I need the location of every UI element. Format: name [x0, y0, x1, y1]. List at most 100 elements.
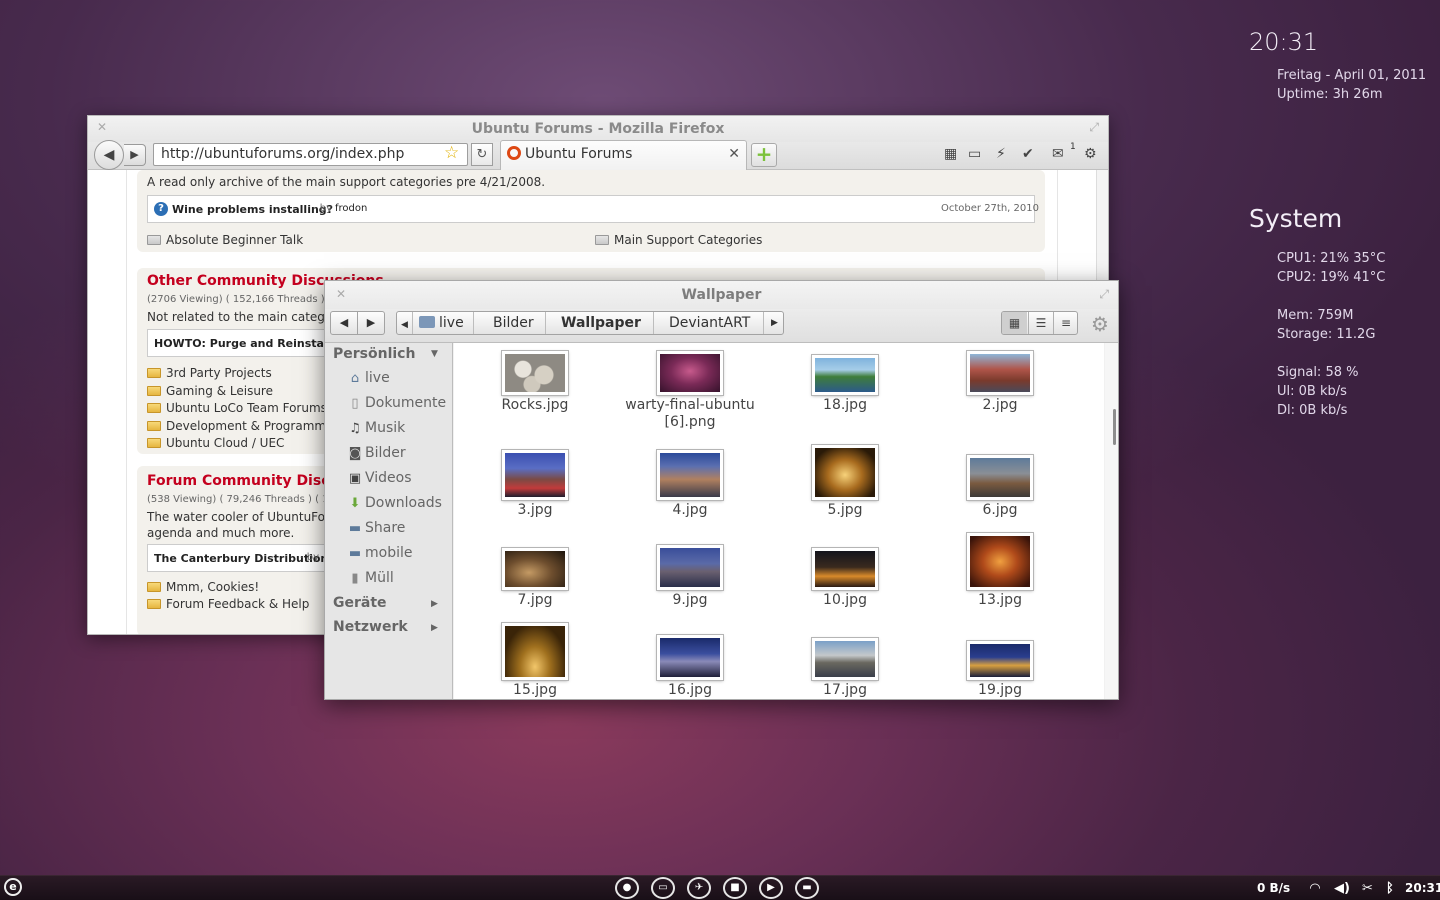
- file-thumbnail[interactable]: [502, 623, 568, 680]
- maximize-icon[interactable]: ⤢: [1089, 120, 1099, 135]
- file-thumbnail[interactable]: [812, 548, 878, 590]
- subforum-item[interactable]: Gaming & Leisure: [147, 384, 273, 398]
- subforum-item[interactable]: Forum Feedback & Help: [147, 597, 309, 611]
- tab-ubuntu-forums[interactable]: Ubuntu Forums ✕: [500, 140, 747, 170]
- url-input[interactable]: http://ubuntuforums.org/index.php: [153, 143, 468, 166]
- bluetooth-icon[interactable]: ᛒ: [1386, 881, 1394, 896]
- subforum-item[interactable]: 3rd Party Projects: [147, 366, 272, 380]
- sidebar-item-videos[interactable]: ▣ Videos: [347, 470, 412, 486]
- expand-arrow-icon[interactable]: ▶: [431, 623, 438, 633]
- breadcrumb-wallpaper[interactable]: Wallpaper: [561, 312, 641, 336]
- reload-button[interactable]: ↻: [471, 143, 493, 166]
- breadcrumb-left-arrow[interactable]: ◀: [401, 314, 408, 338]
- file-name[interactable]: warty-final-ubuntu: [615, 397, 765, 413]
- sidebar-item-live[interactable]: ⌂ live: [347, 370, 390, 386]
- scrollbar-thumb[interactable]: [1113, 409, 1116, 445]
- sidebar-header-devices[interactable]: Geräte: [333, 595, 387, 611]
- bookmark-star-icon[interactable]: ☆: [444, 143, 459, 163]
- new-tab-button[interactable]: +: [751, 143, 777, 167]
- taskbar-clock[interactable]: 20:31: [1405, 881, 1440, 895]
- file-name[interactable]: 2.jpg: [925, 397, 1075, 413]
- file-name[interactable]: 7.jpg: [460, 592, 610, 608]
- dock-firefox-icon[interactable]: ●: [615, 877, 639, 899]
- file-thumbnail[interactable]: [657, 351, 723, 395]
- file-name[interactable]: 3.jpg: [460, 502, 610, 518]
- compact-view-button[interactable]: ≡: [1053, 312, 1078, 334]
- file-name[interactable]: 13.jpg: [925, 592, 1075, 608]
- file-thumbnail[interactable]: [657, 450, 723, 500]
- file-view-scrollbar[interactable]: [1105, 343, 1118, 699]
- file-name[interactable]: 18.jpg: [770, 397, 920, 413]
- file-thumbnail[interactable]: [502, 351, 568, 395]
- sidebar-item-trash[interactable]: ▮ Müll: [347, 570, 393, 586]
- breadcrumb-live[interactable]: live: [419, 312, 464, 336]
- dock-stop-icon[interactable]: ■: [723, 877, 747, 899]
- icon-view-button[interactable]: ▦: [1002, 312, 1027, 334]
- check-icon[interactable]: ✔: [1022, 146, 1034, 162]
- firefox-titlebar[interactable]: ✕ Ubuntu Forums - Mozilla Firefox ⤢: [88, 116, 1108, 142]
- file-name[interactable]: 17.jpg: [770, 682, 920, 698]
- subforum-item[interactable]: Development & Programming: [147, 419, 345, 433]
- back-button[interactable]: ◀: [94, 140, 124, 170]
- sidebar-item-dokumente[interactable]: ▯ Dokumente: [347, 395, 446, 411]
- sidebar-item-musik[interactable]: ♫ Musik: [347, 420, 405, 436]
- file-thumbnail[interactable]: [502, 548, 568, 590]
- sidebar-item-bilder[interactable]: ◙ Bilder: [347, 445, 406, 461]
- subforum-item[interactable]: Ubuntu LoCo Team Forums: [147, 401, 327, 415]
- file-thumbnail[interactable]: [967, 533, 1033, 590]
- sidebar-item-mobile[interactable]: ▬ mobile: [347, 545, 413, 561]
- expand-arrow-icon[interactable]: ▼: [431, 349, 438, 359]
- file-thumbnail[interactable]: [967, 455, 1033, 500]
- file-name[interactable]: 15.jpg: [460, 682, 610, 698]
- file-name[interactable]: 4.jpg: [615, 502, 765, 518]
- file-name[interactable]: 9.jpg: [615, 592, 765, 608]
- sidebar-item-downloads[interactable]: ⬇ Downloads: [347, 495, 442, 511]
- last-post-title[interactable]: Wine problems installing?: [172, 203, 333, 216]
- file-manager-titlebar[interactable]: ✕ Wallpaper ⤢: [325, 281, 1118, 309]
- sidebar-header-personal[interactable]: Persönlich: [333, 346, 415, 362]
- list-view-button[interactable]: ☰: [1028, 312, 1053, 334]
- forward-button[interactable]: ▶: [358, 311, 385, 335]
- volume-icon[interactable]: ◀): [1334, 881, 1350, 896]
- scissors-icon[interactable]: ✂: [1362, 881, 1373, 896]
- monitor-icon[interactable]: ▭: [968, 146, 981, 162]
- file-thumbnail[interactable]: [967, 351, 1033, 395]
- file-name[interactable]: 16.jpg: [615, 682, 765, 698]
- forward-button[interactable]: ▶: [124, 144, 146, 166]
- file-thumbnail[interactable]: [502, 450, 568, 500]
- file-thumbnail[interactable]: [812, 638, 878, 680]
- sidebar-header-network[interactable]: Netzwerk: [333, 619, 408, 635]
- subforum-item[interactable]: Ubuntu Cloud / UEC: [147, 436, 284, 450]
- section-title-forum-community[interactable]: Forum Community Discus: [147, 473, 348, 489]
- file-name[interactable]: 10.jpg: [770, 592, 920, 608]
- breadcrumb-bilder[interactable]: Bilder: [493, 312, 534, 336]
- wifi-icon[interactable]: ◠: [1310, 881, 1320, 896]
- file-name[interactable]: Rocks.jpg: [460, 397, 610, 413]
- gear-icon[interactable]: ⚙: [1091, 312, 1109, 336]
- expand-arrow-icon[interactable]: ▶: [431, 599, 438, 609]
- file-name[interactable]: 5.jpg: [770, 502, 920, 518]
- file-thumbnail[interactable]: [812, 355, 878, 395]
- sidebar-item-share[interactable]: ▬ Share: [347, 520, 406, 536]
- start-menu-icon[interactable]: e: [4, 878, 22, 896]
- breadcrumb-right-arrow[interactable]: ▶: [771, 312, 778, 336]
- last-post-user[interactable]: frodon: [335, 203, 367, 214]
- back-button[interactable]: ◀: [330, 311, 358, 335]
- subforum-absolute-beginner[interactable]: Absolute Beginner Talk: [147, 233, 303, 247]
- subforum-item[interactable]: Mmm, Cookies!: [147, 580, 259, 594]
- mail-icon[interactable]: ✉: [1052, 146, 1064, 162]
- dock-window-icon[interactable]: ▭: [651, 877, 675, 899]
- grid-icon[interactable]: ▦: [944, 146, 957, 162]
- file-name[interactable]: 19.jpg: [925, 682, 1075, 698]
- file-thumbnail[interactable]: [657, 635, 723, 680]
- subforum-main-support[interactable]: Main Support Categories: [595, 233, 762, 247]
- dock-play-icon[interactable]: ▶: [759, 877, 783, 899]
- dock-folder-icon[interactable]: ▬: [795, 877, 819, 899]
- dock-bird-icon[interactable]: ✈: [687, 877, 711, 899]
- file-name[interactable]: 6.jpg: [925, 502, 1075, 518]
- file-thumbnail[interactable]: [657, 545, 723, 590]
- file-thumbnail[interactable]: [967, 641, 1033, 680]
- maximize-icon[interactable]: ⤢: [1099, 287, 1109, 302]
- gear-icon[interactable]: ⚙: [1084, 146, 1097, 162]
- file-thumbnail[interactable]: [812, 445, 878, 500]
